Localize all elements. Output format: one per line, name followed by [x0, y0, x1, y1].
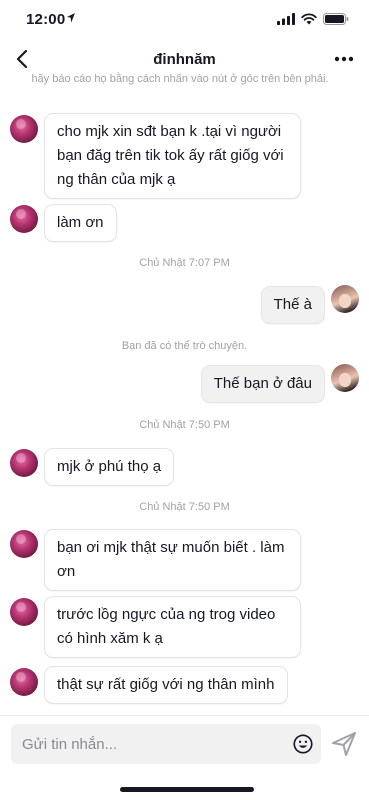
avatar[interactable] — [10, 598, 38, 626]
send-icon[interactable] — [331, 731, 357, 757]
smiley-icon[interactable] — [293, 734, 313, 754]
more-options-button[interactable] — [333, 49, 355, 69]
message-bubble: Thế bạn ở đâu — [200, 365, 325, 403]
timestamp: Chủ Nhật 7:50 PM — [139, 501, 230, 513]
message-bubble: Thế à — [260, 286, 325, 324]
avatar[interactable] — [10, 205, 38, 233]
system-notice: Bạn đã có thể trò chuyện. — [121, 340, 248, 352]
avatar[interactable] — [331, 364, 359, 392]
message-bubble: cho mjk xin sđt bạn k .tại vì người bạn … — [44, 113, 301, 199]
location-arrow-icon — [67, 13, 75, 23]
status-time: 12:00 — [26, 11, 66, 28]
message-composer — [0, 715, 369, 775]
message-bubble: làm ơn — [44, 204, 117, 242]
message-bubble: mjk ở phú thọ ạ — [44, 448, 175, 486]
message-bubble: bạn ơi mjk thật sự muốn biết . làm ơn — [44, 529, 301, 591]
avatar[interactable] — [10, 449, 38, 477]
status-icons — [277, 13, 349, 25]
avatar[interactable] — [10, 668, 38, 696]
message-input[interactable] — [22, 724, 282, 764]
battery-icon — [323, 13, 349, 25]
message-bubble: trước lồg ngực của ng trog video có hình… — [44, 596, 301, 658]
timestamp: Chủ Nhật 7:50 PM — [139, 419, 230, 431]
avatar[interactable] — [10, 115, 38, 143]
status-bar: 12:00 — [0, 0, 369, 40]
signal-bars-icon — [277, 13, 295, 25]
home-indicator — [120, 787, 254, 792]
chat-title: đinhnăm — [153, 51, 216, 68]
message-bubble: thật sự rất giốg với ng thân mình — [44, 666, 288, 704]
timestamp: Chủ Nhật 7:07 PM — [139, 257, 230, 269]
avatar[interactable] — [331, 285, 359, 313]
message-input-box[interactable] — [11, 724, 321, 764]
avatar[interactable] — [10, 530, 38, 558]
more-horizontal-icon — [334, 56, 354, 62]
safety-notice: hãy báo cáo họ bằng cách nhấn vào nút ở … — [31, 73, 329, 85]
wifi-icon — [301, 13, 317, 25]
